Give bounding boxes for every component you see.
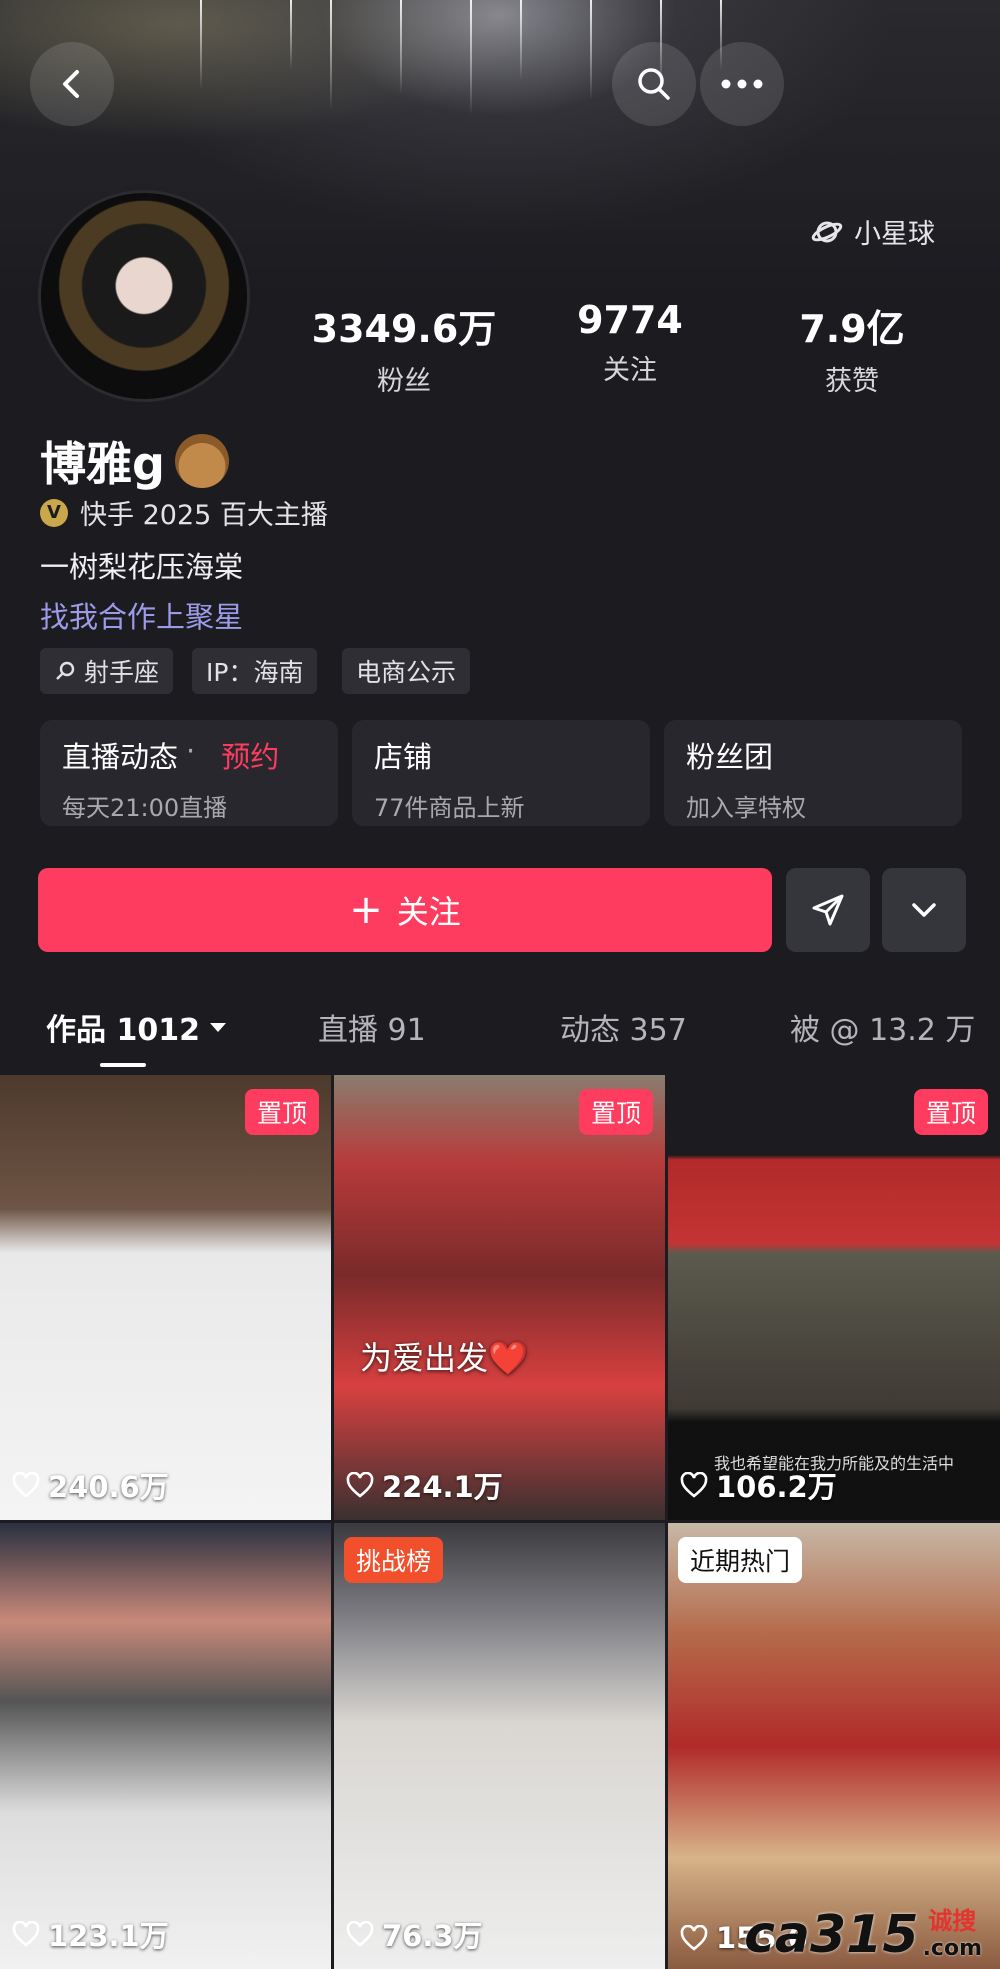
firework-spark	[290, 0, 292, 70]
heart-icon	[680, 1472, 708, 1498]
stat-value: 3349.6万	[311, 307, 497, 351]
like-count-text: 76.3万	[382, 1919, 483, 1953]
firework-spark	[400, 0, 402, 95]
avatar[interactable]	[38, 190, 250, 402]
card-title: 直播动态	[62, 740, 179, 774]
profile-name: 博雅g	[40, 428, 229, 494]
like-count-text: 106.2万	[716, 1470, 837, 1504]
sagittarius-icon	[56, 661, 75, 680]
stat-label: 粉丝	[377, 366, 431, 397]
challenge-badge: 挑战榜	[344, 1537, 444, 1583]
planet-icon	[811, 221, 843, 242]
like-count: 240.6万	[12, 1464, 169, 1506]
firework-spark	[470, 0, 472, 115]
card-shop[interactable]: 店铺 77件商品上新	[352, 720, 650, 826]
follow-label: 关注	[396, 893, 461, 931]
trending-badge: 近期热门	[678, 1537, 803, 1583]
profile-name-text: 博雅g	[40, 437, 165, 491]
card-live[interactable]: 直播动态 · 预约 每天21:00直播	[40, 720, 338, 826]
stat-label: 关注	[603, 355, 657, 386]
heart-icon	[346, 1472, 374, 1498]
search-button[interactable]	[612, 42, 696, 126]
bear-icon	[174, 434, 229, 488]
more-button[interactable]	[700, 42, 784, 126]
card-title: 粉丝团	[686, 740, 774, 774]
search-icon	[638, 68, 670, 100]
more-dots-icon	[721, 79, 763, 89]
verification-text: 快手 2025 百大主播	[80, 500, 328, 531]
like-count: 106.2万	[680, 1464, 837, 1506]
dropdown-triangle-icon	[209, 1023, 226, 1032]
watermark-logo: ca315	[744, 1905, 919, 1965]
follow-button[interactable]: + 关注	[38, 868, 772, 952]
verified-badge-icon: V	[40, 498, 68, 527]
pinned-badge: 置顶	[913, 1089, 988, 1135]
video-overlay-text: 为爱出发❤️	[360, 1339, 528, 1377]
video-tile[interactable]: 123.1万	[0, 1523, 331, 1969]
heart-icon	[12, 1921, 40, 1947]
tab-label: 作品 1012	[46, 1013, 200, 1048]
like-count-text: 240.6万	[48, 1470, 169, 1504]
like-count: 76.3万	[346, 1913, 483, 1955]
plus-icon: +	[349, 887, 383, 933]
tag-ip[interactable]: IP：海南	[192, 648, 318, 694]
site-watermark: ca315 诚搜 .com	[744, 1901, 982, 1961]
card-subtitle: 77件商品上新	[374, 794, 525, 822]
video-tile[interactable]: 置顶 我也希望能在我力所能及的生活中 106.2万	[668, 1075, 1000, 1520]
send-button[interactable]	[786, 868, 870, 952]
firework-spark	[330, 0, 332, 110]
heart-icon	[12, 1472, 40, 1498]
tag-ecommerce[interactable]: 电商公示	[342, 648, 471, 694]
card-subtitle: 加入享特权	[686, 794, 806, 822]
firework-spark	[520, 0, 522, 80]
watermark-brand: 诚搜	[928, 1907, 977, 1935]
video-tile[interactable]: 挑战榜 76.3万	[334, 1523, 665, 1969]
firework-spark	[590, 0, 592, 100]
profile-bio: 一树梨花压海棠	[40, 550, 244, 584]
reserve-link[interactable]: 预约	[221, 734, 279, 776]
tab-mentions[interactable]: 被 @ 13.2 万	[790, 1005, 975, 1049]
video-tile[interactable]: 置顶 为爱出发❤️ 224.1万	[334, 1075, 665, 1520]
like-count: 123.1万	[12, 1913, 169, 1955]
video-tile[interactable]: 近期热门 155.6 ca315 诚搜 .com	[668, 1523, 1000, 1969]
card-separator: ·	[186, 734, 196, 768]
card-title: 店铺	[374, 740, 433, 774]
heart-icon	[680, 1925, 708, 1951]
card-fan-club[interactable]: 粉丝团 加入享特权	[664, 720, 962, 826]
back-arrow-icon	[63, 70, 79, 98]
stat-value: 7.9亿	[799, 307, 905, 351]
stat-label: 获赞	[825, 366, 879, 397]
tab-live[interactable]: 直播 91	[318, 1005, 426, 1049]
tag-zodiac[interactable]: 射手座	[40, 648, 174, 694]
watermark-domain: .com	[922, 1936, 982, 1961]
like-count-text: 224.1万	[382, 1470, 503, 1504]
star-planet-link[interactable]: 小星球	[810, 212, 935, 251]
stat-value: 9774	[577, 298, 683, 342]
chevron-down-icon	[912, 903, 936, 917]
firework-spark	[200, 0, 202, 90]
star-planet-label: 小星球	[854, 219, 935, 250]
like-count: 224.1万	[346, 1464, 503, 1506]
tag-label: 电商公示	[356, 658, 457, 687]
stat-likes[interactable]: 7.9亿 获赞	[752, 298, 952, 398]
expand-button[interactable]	[882, 868, 966, 952]
send-icon	[812, 894, 844, 926]
tab-works[interactable]: 作品 1012	[46, 1005, 228, 1049]
heart-icon	[346, 1921, 374, 1947]
stat-followers[interactable]: 3349.6万 粉丝	[304, 298, 504, 398]
verification-line: V 快手 2025 百大主播	[40, 493, 328, 532]
stat-following[interactable]: 9774 关注	[530, 298, 730, 387]
tag-label: 射手座	[84, 658, 160, 687]
tab-moments[interactable]: 动态 357	[560, 1005, 687, 1049]
like-count-text: 123.1万	[48, 1919, 169, 1953]
pinned-badge: 置顶	[244, 1089, 319, 1135]
back-button[interactable]	[30, 42, 114, 126]
tab-indicator	[100, 1063, 146, 1067]
cooperation-link[interactable]: 找我合作上聚星	[40, 594, 243, 636]
pinned-badge: 置顶	[578, 1089, 653, 1135]
card-subtitle: 每天21:00直播	[62, 794, 228, 822]
video-tile[interactable]: 置顶 240.6万	[0, 1075, 331, 1520]
tag-label: IP：海南	[206, 658, 304, 687]
